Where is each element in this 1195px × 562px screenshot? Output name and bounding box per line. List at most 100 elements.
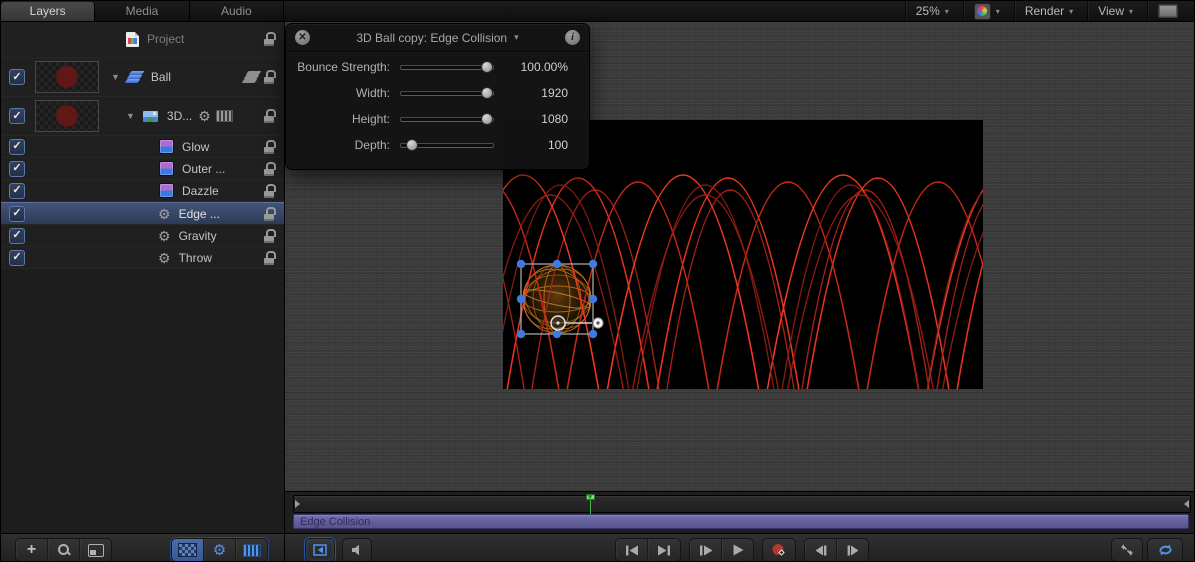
timebar-label: Edge Collision	[300, 516, 370, 528]
timeline-ruler[interactable]	[293, 495, 1191, 513]
close-icon[interactable]: ✕	[295, 30, 310, 45]
fullscreen-button[interactable]	[1111, 538, 1143, 562]
slider-knob[interactable]	[481, 61, 493, 73]
layer-row-ball[interactable]: ✓ ▼ Ball	[1, 58, 284, 97]
lock-icon[interactable]	[264, 70, 276, 84]
timeline-end-marker-icon[interactable]	[1184, 500, 1189, 508]
layer-label: Throw	[179, 251, 212, 265]
canvas-controls: 25% ▾ ▾ Render ▾ View ▾	[905, 1, 1188, 21]
lock-icon[interactable]	[264, 184, 276, 198]
depth-slider[interactable]	[400, 138, 494, 152]
lock-icon[interactable]	[264, 162, 276, 176]
visibility-checkbox[interactable]: ✓	[9, 139, 25, 155]
slider-knob[interactable]	[406, 139, 418, 151]
layer-row-gravity[interactable]: ✓ ⚙ Gravity	[1, 225, 284, 247]
visibility-checkbox[interactable]: ✓	[9, 108, 25, 124]
layer-stack-icon	[244, 71, 260, 83]
timing-pane-toggle-button[interactable]	[305, 538, 335, 562]
lock-icon[interactable]	[264, 229, 276, 243]
layer-row-3d[interactable]: ✓ ▼ 3D... ⚙	[1, 97, 284, 136]
lock-icon[interactable]	[264, 32, 276, 46]
layer-row-outer[interactable]: ✓ Outer ...	[1, 158, 284, 180]
visibility-checkbox[interactable]: ✓	[9, 228, 25, 244]
loop-playback-button[interactable]	[1147, 538, 1183, 562]
zoom-level-dropdown[interactable]: 25% ▾	[905, 1, 959, 21]
record-button[interactable]	[762, 538, 796, 562]
preview-column-button[interactable]	[80, 539, 111, 561]
show-behaviors-button[interactable]: ⚙	[204, 539, 236, 561]
hud-panel[interactable]: ✕ 3D Ball copy: Edge Collision ▾ i Bounc…	[285, 23, 590, 170]
tab-media[interactable]: Media	[95, 1, 189, 21]
step-forward-icon	[846, 545, 860, 556]
param-value: 1920	[494, 86, 609, 100]
lock-icon[interactable]	[264, 109, 276, 123]
lock-icon[interactable]	[264, 140, 276, 154]
layer-row-throw[interactable]: ✓ ⚙ Throw	[1, 247, 284, 269]
speaker-icon	[351, 544, 364, 556]
play-from-start-button[interactable]	[690, 539, 722, 561]
window-layout-button[interactable]	[1147, 1, 1188, 21]
slider-knob[interactable]	[481, 113, 493, 125]
lock-icon[interactable]	[264, 251, 276, 265]
add-layer-button[interactable]: +	[16, 539, 48, 561]
hud-param-row: Bounce Strength: 100.00%	[286, 59, 589, 75]
layer-row-edge-collision[interactable]: ✓ ⚙ Edge ...	[1, 202, 284, 225]
top-toolbar: Layers Media Audio 25% ▾ ▾ Render ▾ View…	[1, 1, 1195, 22]
info-icon[interactable]: i	[565, 30, 580, 45]
checkerboard-icon	[178, 543, 197, 557]
slider-knob[interactable]	[481, 87, 493, 99]
render-dropdown[interactable]: Render ▾	[1014, 1, 1083, 21]
view-dropdown[interactable]: View ▾	[1087, 1, 1143, 21]
timebar-edge-collision[interactable]: Edge Collision	[293, 514, 1189, 529]
hud-title-bar[interactable]: ✕ 3D Ball copy: Edge Collision ▾ i	[286, 24, 589, 52]
color-channel-dropdown[interactable]: ▾	[963, 1, 1010, 21]
layer-label: 3D...	[167, 109, 192, 123]
visibility-checkbox[interactable]: ✓	[9, 183, 25, 199]
bounce-strength-slider[interactable]	[400, 60, 494, 74]
lock-icon[interactable]	[264, 207, 276, 221]
layer-thumbnail	[35, 100, 99, 132]
play-button[interactable]	[722, 539, 753, 561]
disclosure-triangle-icon[interactable]: ▼	[126, 111, 135, 121]
layer-label: Project	[147, 32, 184, 46]
show-masks-button[interactable]	[172, 539, 204, 561]
layer-label: Edge ...	[179, 207, 220, 221]
visibility-checkbox[interactable]: ✓	[9, 161, 25, 177]
layer-row-project[interactable]: Project	[1, 21, 284, 58]
check-icon: ✓	[12, 185, 21, 196]
step-back-button[interactable]	[805, 539, 837, 561]
search-button[interactable]	[48, 539, 80, 561]
hud-param-row: Width: 1920	[286, 85, 589, 101]
audio-mute-button[interactable]	[342, 538, 372, 562]
go-to-start-icon	[625, 545, 639, 556]
transport-toolbar	[285, 533, 1195, 562]
check-icon: ✓	[12, 208, 21, 219]
color-wheel-icon	[974, 3, 991, 20]
param-value: 1080	[494, 112, 609, 126]
timeline-start-marker-icon[interactable]	[295, 500, 300, 508]
param-label: Width:	[286, 86, 390, 100]
layer-row-dazzle[interactable]: ✓ Dazzle	[1, 180, 284, 202]
go-to-start-button[interactable]	[616, 539, 648, 561]
group-icon	[127, 71, 143, 83]
disclosure-triangle-icon[interactable]: ▼	[111, 72, 120, 82]
search-icon	[58, 544, 70, 556]
height-slider[interactable]	[400, 112, 494, 126]
visibility-checkbox[interactable]: ✓	[9, 206, 25, 222]
tab-audio[interactable]: Audio	[190, 1, 284, 21]
width-slider[interactable]	[400, 86, 494, 100]
layer-row-glow[interactable]: ✓ Glow	[1, 136, 284, 158]
check-icon: ✓	[12, 72, 21, 83]
go-to-end-button[interactable]	[648, 539, 679, 561]
step-forward-button[interactable]	[837, 539, 868, 561]
tab-layers[interactable]: Layers	[1, 2, 95, 21]
visibility-checkbox[interactable]: ✓	[9, 69, 25, 85]
layer-label: Ball	[151, 70, 171, 84]
show-filters-button[interactable]	[236, 539, 267, 561]
chevron-down-icon[interactable]: ▾	[514, 32, 519, 43]
param-label: Depth:	[286, 138, 390, 152]
visibility-checkbox[interactable]: ✓	[9, 250, 25, 266]
param-label: Height:	[286, 112, 390, 126]
step-controls-group	[804, 538, 869, 562]
play-icon	[732, 544, 744, 556]
